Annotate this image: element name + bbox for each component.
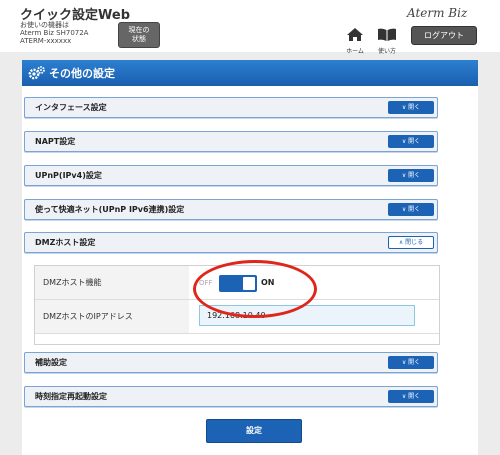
logout-button[interactable]: ログアウト [411,26,477,45]
current-status-button[interactable]: 現在の 状態 [118,22,160,48]
open-button[interactable]: ∨ 開く [388,356,434,369]
section-label: インタフェース設定 [35,103,107,112]
section-label: 使って快適ネット(UPnP IPv6連携)設定 [35,205,185,214]
book-icon [378,28,396,41]
open-button[interactable]: ∨ 開く [388,135,434,148]
chevron-down-icon: ∨ [401,138,407,145]
open-button[interactable]: ∨ 開く [388,169,434,182]
open-button[interactable]: ∨ 開く [388,390,434,403]
dmz-function-label: DMZホスト機能 [35,266,189,300]
section-interface[interactable]: インタフェース設定 ∨ 開く [24,97,438,118]
dmz-ip-label: DMZホストのIPアドレス [35,300,189,334]
section-auxiliary[interactable]: 補助設定 ∨ 開く [24,352,438,373]
chevron-down-icon: ∨ [401,359,407,366]
section-label: 補助設定 [35,358,67,367]
device-info-line: お使いの機器は [20,21,69,29]
close-button[interactable]: ∧ 閉じる [388,236,434,249]
device-info: お使いの機器は Aterm Biz SH7072A ATERM-xxxxxx [20,21,88,45]
home-icon [347,28,363,41]
status-label-line1: 現在の [128,26,150,34]
status-label-line2: 状態 [132,35,146,43]
device-id: ATERM-xxxxxx [20,37,72,45]
section-label: 時刻指定再起動設定 [35,392,107,401]
device-model: Aterm Biz SH7072A [20,29,89,37]
section-upnp-ipv4[interactable]: UPnP(IPv4)設定 ∨ 開く [24,165,438,186]
guide-button[interactable]: 使い方 [374,26,400,55]
section-upnp-ipv6[interactable]: 使って快適ネット(UPnP IPv6連携)設定 ∨ 開く [24,199,438,220]
chevron-down-icon: ∨ [401,393,407,400]
brand-logo: Aterm Biz [407,6,468,20]
submit-button[interactable]: 設定 [206,419,302,443]
section-dmz-host[interactable]: DMZホスト設定 ∧ 閉じる [24,232,438,253]
highlight-ellipse [193,260,317,318]
section-label: DMZホスト設定 [35,238,96,247]
home-button[interactable]: ホーム [344,26,366,55]
chevron-down-icon: ∨ [401,104,407,111]
panel-title: その他の設定 [49,67,115,80]
section-scheduled-reboot[interactable]: 時刻指定再起動設定 ∨ 開く [24,386,438,407]
home-label: ホーム [346,48,364,55]
section-napt[interactable]: NAPT設定 ∨ 開く [24,131,438,152]
section-label: UPnP(IPv4)設定 [35,171,102,180]
chevron-up-icon: ∧ [398,239,404,246]
header: クイック設定Web お使いの機器は Aterm Biz SH7072A ATER… [0,0,500,55]
gear-icon [28,66,45,80]
chevron-down-icon: ∨ [401,206,407,213]
panel-title-bar: その他の設定 [22,60,478,86]
guide-label: 使い方 [377,48,396,55]
open-button[interactable]: ∨ 開く [388,203,434,216]
section-label: NAPT設定 [35,137,76,146]
open-button[interactable]: ∨ 開く [388,101,434,114]
chevron-down-icon: ∨ [401,172,407,179]
